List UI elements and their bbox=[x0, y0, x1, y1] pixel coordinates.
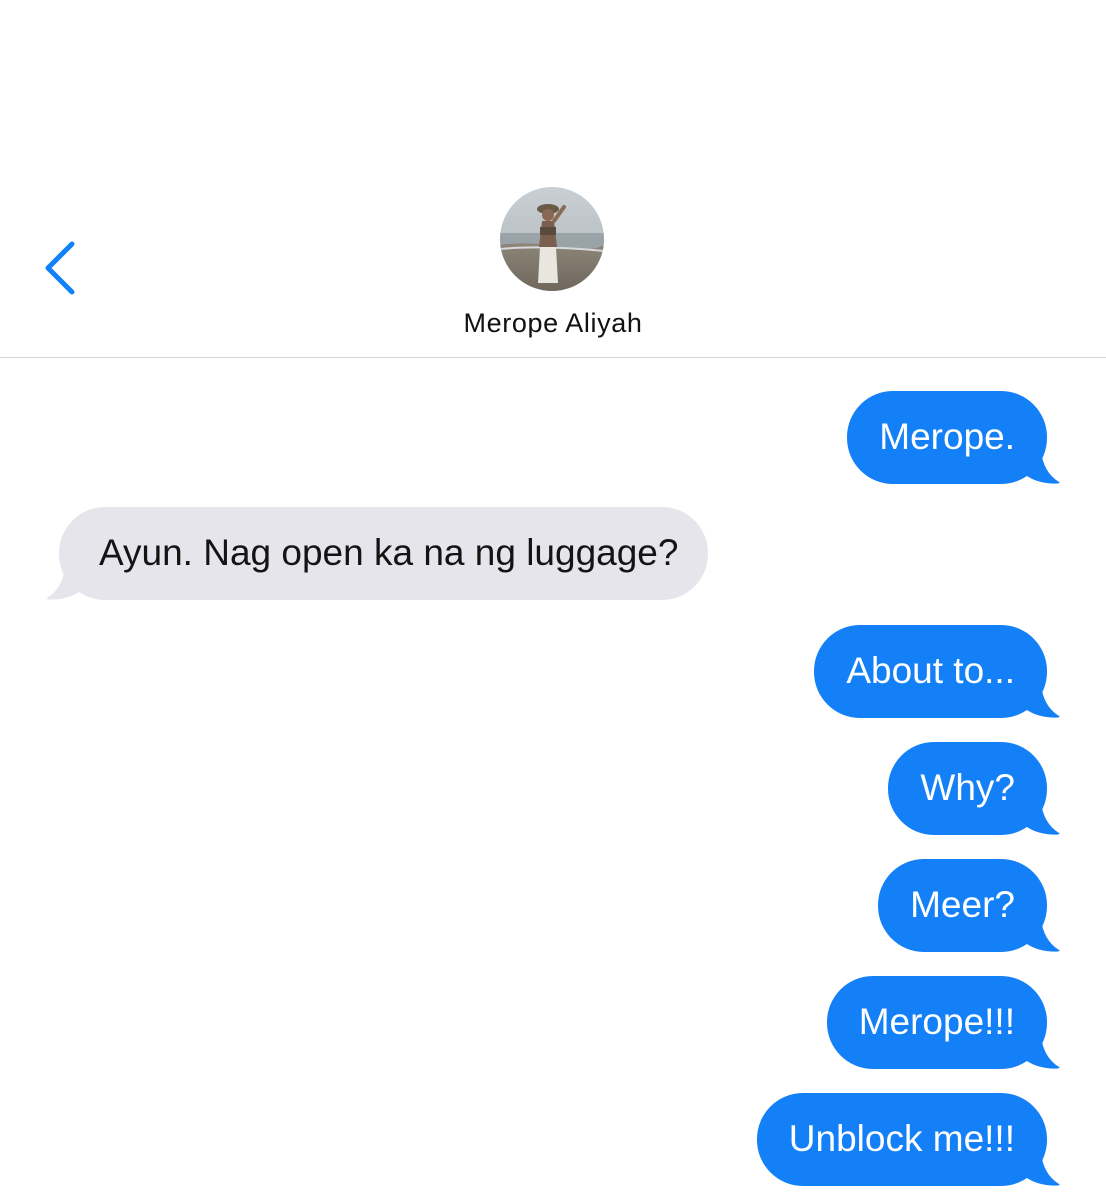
sent-message-bubble[interactable]: About to... bbox=[814, 625, 1060, 718]
chevron-left-icon bbox=[45, 241, 75, 295]
sent-message-bubble[interactable]: Merope. bbox=[847, 391, 1060, 484]
message-text: Merope. bbox=[879, 416, 1015, 457]
back-button[interactable] bbox=[36, 232, 88, 304]
sent-message-bubble[interactable]: Why? bbox=[888, 742, 1060, 835]
bubble-tail bbox=[1027, 684, 1060, 718]
received-message-bubble[interactable]: Ayun. Nag open ka na ng luggage? bbox=[46, 507, 709, 600]
conversation-header: Merope Aliyah bbox=[0, 0, 1106, 358]
bubble-tail bbox=[46, 566, 79, 600]
message-text: Meer? bbox=[910, 884, 1015, 925]
contact-avatar-photo bbox=[500, 187, 604, 291]
bubble-tail bbox=[1027, 450, 1060, 484]
message-text: Ayun. Nag open ka na ng luggage? bbox=[99, 532, 679, 573]
contact-name[interactable]: Merope Aliyah bbox=[0, 308, 1106, 339]
message-text: Why? bbox=[920, 767, 1015, 808]
message-text: Merope!!! bbox=[858, 1001, 1015, 1042]
avatar[interactable] bbox=[500, 187, 604, 291]
sent-message-bubble[interactable]: Meer? bbox=[878, 859, 1060, 952]
bubble-tail bbox=[1027, 1152, 1060, 1186]
bubble-tail bbox=[1027, 1035, 1060, 1069]
sent-message-bubble[interactable]: Unblock me!!! bbox=[756, 1093, 1060, 1186]
message-text: Unblock me!!! bbox=[788, 1118, 1015, 1159]
message-text: About to... bbox=[846, 650, 1015, 691]
bubble-tail bbox=[1027, 801, 1060, 835]
sent-message-bubble[interactable]: Merope!!! bbox=[826, 976, 1060, 1069]
bubble-tail bbox=[1027, 918, 1060, 952]
